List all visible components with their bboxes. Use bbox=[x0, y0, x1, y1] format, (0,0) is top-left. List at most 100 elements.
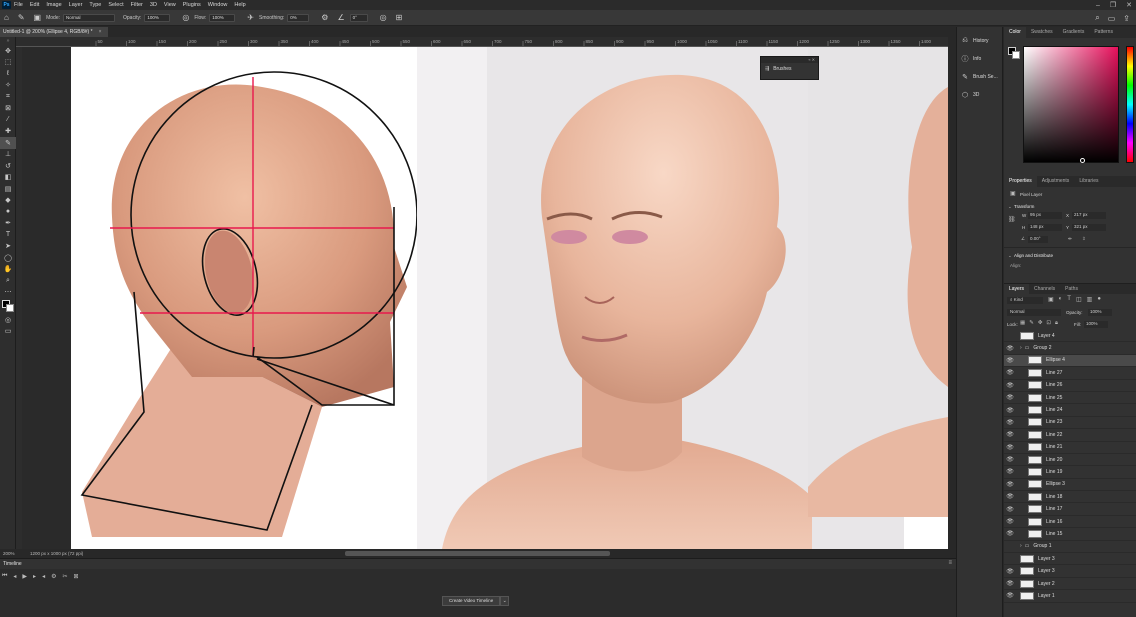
filter-smart-icon[interactable]: ▥ bbox=[1087, 296, 1093, 303]
transform-chevron-icon[interactable]: ⌄ bbox=[1008, 204, 1012, 210]
move-tool-icon[interactable]: ✥ bbox=[0, 45, 16, 57]
visibility-eye-icon[interactable]: 👁︎ bbox=[1004, 580, 1016, 587]
symmetry-icon[interactable]: ⊞ bbox=[396, 13, 403, 22]
color-swatches[interactable] bbox=[0, 298, 16, 314]
brush-preset-icon[interactable]: ✎ bbox=[18, 13, 25, 22]
layer-row[interactable]: 👁︎ Layer 2 bbox=[1004, 578, 1136, 591]
visibility-eye-icon[interactable]: 👁︎ bbox=[1004, 530, 1016, 537]
layer-opacity-field[interactable]: 100% bbox=[1088, 309, 1112, 316]
visibility-eye-icon[interactable]: 👁︎ bbox=[1004, 369, 1016, 376]
layer-row[interactable]: 👁︎ Layer 1 bbox=[1004, 590, 1136, 603]
tab-swatches[interactable]: Swatches bbox=[1026, 27, 1058, 38]
flow-field[interactable]: 100% bbox=[209, 13, 236, 22]
angle-field-prop[interactable]: 0.00° bbox=[1028, 236, 1048, 243]
visibility-eye-icon[interactable]: 👁︎ bbox=[1004, 506, 1016, 513]
blend-mode-select[interactable]: Normal bbox=[1007, 309, 1061, 316]
document-canvas[interactable] bbox=[22, 47, 948, 549]
history-panel-button[interactable]: ⎌ History bbox=[957, 32, 1002, 50]
menu-plugins[interactable]: Plugins bbox=[183, 2, 201, 8]
link-dimensions-icon[interactable]: ⛓ bbox=[1008, 216, 1016, 223]
timeline-dropdown-icon[interactable]: ⌄ bbox=[500, 596, 510, 606]
layer-row[interactable]: 👁︎ Line 18 bbox=[1004, 491, 1136, 504]
visibility-eye-icon[interactable]: 👁︎ bbox=[1004, 456, 1016, 463]
transition-icon[interactable]: ⊠ bbox=[74, 573, 79, 580]
screen-mode-icon[interactable]: ▭ bbox=[0, 326, 16, 338]
menu-select[interactable]: Select bbox=[108, 2, 123, 8]
brush-panel-toggle-icon[interactable]: ▣ bbox=[34, 13, 42, 22]
blur-tool-icon[interactable]: ◆ bbox=[0, 195, 16, 207]
quick-mask-icon[interactable]: ◎ bbox=[0, 314, 16, 326]
home-icon[interactable]: ⌂ bbox=[4, 13, 9, 22]
frame-tool-icon[interactable]: ⊠ bbox=[0, 103, 16, 115]
document-size[interactable]: 1200 px x 1000 px (72 ppi) bbox=[30, 551, 83, 556]
layer-row[interactable]: 👁︎ Layer 3 bbox=[1004, 565, 1136, 578]
horizontal-scrollbar[interactable] bbox=[345, 551, 610, 556]
visibility-eye-icon[interactable]: 👁︎ bbox=[1004, 382, 1016, 389]
fill-field[interactable]: 100% bbox=[1084, 321, 1108, 328]
angle-field[interactable]: 0° bbox=[349, 13, 368, 22]
layer-row[interactable]: 👁︎ Ellipse 3 bbox=[1004, 479, 1136, 492]
timeline-menu-icon[interactable]: ≡ bbox=[948, 560, 952, 566]
visibility-eye-icon[interactable]: 👁︎ bbox=[1004, 468, 1016, 475]
flip-vertical-icon[interactable]: ⇳ bbox=[1082, 236, 1086, 242]
layer-row[interactable]: 👁︎ Line 25 bbox=[1004, 392, 1136, 405]
layer-row[interactable]: 👁︎ Line 21 bbox=[1004, 442, 1136, 454]
color-picker-field[interactable] bbox=[1023, 46, 1119, 163]
layer-row[interactable]: 👁︎ Line 15 bbox=[1004, 528, 1136, 541]
edit-toolbar-icon[interactable]: ⋯ bbox=[0, 287, 16, 299]
brush-tool-icon[interactable]: ✎ bbox=[0, 137, 16, 149]
x-field[interactable]: 217 px bbox=[1072, 212, 1106, 219]
marquee-tool-icon[interactable]: ⬚ bbox=[0, 57, 16, 69]
h-field[interactable]: 148 px bbox=[1028, 224, 1062, 231]
visibility-eye-icon[interactable]: 👁︎ bbox=[1004, 394, 1016, 401]
magic-wand-tool-icon[interactable]: ✧ bbox=[0, 80, 16, 92]
lock-all-icon[interactable]: 🔒︎ bbox=[1055, 320, 1058, 327]
color-picker-cursor[interactable] bbox=[1080, 158, 1085, 163]
healing-tool-icon[interactable]: ✚ bbox=[0, 126, 16, 138]
layer-row[interactable]: 👁︎ Line 24 bbox=[1004, 404, 1136, 417]
tab-channels[interactable]: Channels bbox=[1029, 284, 1060, 295]
tab-color[interactable]: Color bbox=[1004, 27, 1026, 38]
lock-image-icon[interactable]: ✎ bbox=[1029, 320, 1034, 327]
pen-tool-icon[interactable]: ✒ bbox=[0, 218, 16, 230]
restore-icon[interactable]: ❐ bbox=[1110, 1, 1116, 9]
background-color-swatch[interactable] bbox=[6, 304, 14, 312]
visibility-eye-icon[interactable]: 👁︎ bbox=[1004, 568, 1016, 575]
hand-tool-icon[interactable]: ✋ bbox=[0, 264, 16, 276]
visibility-eye-icon[interactable]: 👁︎ bbox=[1004, 419, 1016, 426]
info-panel-button[interactable]: ⓘ Info bbox=[957, 50, 1002, 68]
pressure-opacity-icon[interactable]: ◎ bbox=[182, 13, 189, 22]
visibility-eye-icon[interactable]: 👁︎ bbox=[1004, 407, 1016, 414]
dodge-tool-icon[interactable]: ● bbox=[0, 206, 16, 218]
group-expand-icon[interactable]: › bbox=[1020, 543, 1022, 549]
lasso-tool-icon[interactable]: ℓ bbox=[0, 68, 16, 80]
layer-row[interactable]: 👁︎ Line 17 bbox=[1004, 503, 1136, 516]
settings-icon[interactable]: ⚙ bbox=[51, 573, 56, 580]
tab-properties[interactable]: Properties bbox=[1004, 176, 1037, 187]
menu-help[interactable]: Help bbox=[234, 2, 245, 8]
canvas-artwork[interactable] bbox=[22, 47, 948, 549]
visibility-eye-icon[interactable]: 👁︎ bbox=[1004, 592, 1016, 599]
layer-row[interactable]: Layer 3 bbox=[1004, 553, 1136, 566]
visibility-eye-icon[interactable]: 👁︎ bbox=[1004, 431, 1016, 438]
create-video-timeline-button[interactable]: Create Video Timeline bbox=[442, 596, 501, 606]
layer-row[interactable]: › ▭ Group 1 bbox=[1004, 541, 1136, 554]
lock-position-icon[interactable]: ✥ bbox=[1038, 320, 1043, 327]
pressure-size-icon[interactable]: ◎ bbox=[380, 13, 387, 22]
smoothing-settings-icon[interactable]: ⚙ bbox=[321, 13, 328, 22]
path-selection-tool-icon[interactable]: ➤ bbox=[0, 241, 16, 253]
opacity-field[interactable]: 100% bbox=[144, 13, 171, 22]
filter-shape-icon[interactable]: ◫ bbox=[1076, 296, 1082, 303]
layer-row[interactable]: 👁︎ › ▭ Group 2 bbox=[1004, 342, 1136, 355]
tab-paths[interactable]: Paths bbox=[1060, 284, 1083, 295]
menu-file[interactable]: File bbox=[14, 2, 23, 8]
layer-row[interactable]: 👁︎ Ellipse 4 bbox=[1004, 354, 1136, 368]
visibility-eye-icon[interactable]: 👁︎ bbox=[1004, 345, 1016, 352]
clone-stamp-tool-icon[interactable]: ⊥ bbox=[0, 149, 16, 161]
layer-row[interactable]: 👁︎ Line 23 bbox=[1004, 417, 1136, 430]
minimize-icon[interactable]: – bbox=[1096, 2, 1100, 9]
y-field[interactable]: 321 px bbox=[1072, 224, 1106, 231]
eraser-tool-icon[interactable]: ◧ bbox=[0, 172, 16, 184]
tab-gradients[interactable]: Gradients bbox=[1058, 27, 1090, 38]
filter-pixel-icon[interactable]: ▣ bbox=[1048, 296, 1054, 303]
